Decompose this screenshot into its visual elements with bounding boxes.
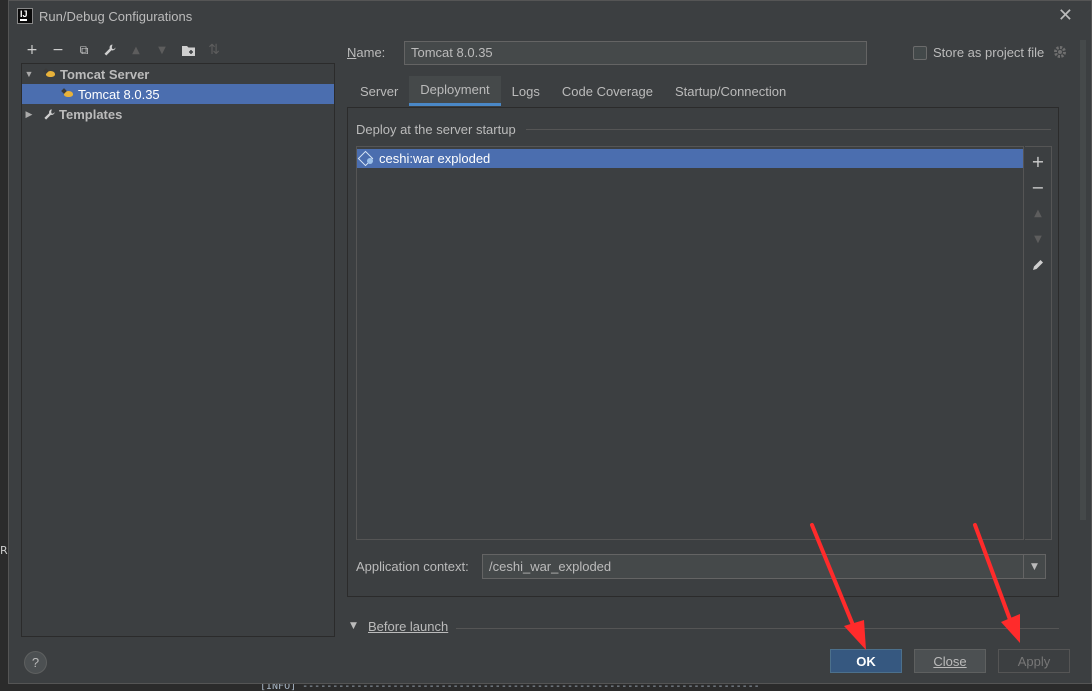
move-up-icon[interactable]: ▲	[125, 39, 147, 61]
tree-item-label: Templates	[59, 106, 123, 122]
app-context-combobox[interactable]: /ceshi_war_exploded ▼	[482, 554, 1046, 579]
name-field[interactable]: Tomcat 8.0.35	[404, 41, 867, 65]
app-context-value[interactable]: /ceshi_war_exploded	[489, 559, 611, 574]
list-item[interactable]: ceshi:war exploded	[357, 149, 1023, 168]
before-launch-divider	[456, 628, 1059, 629]
tree-item-tomcat-server[interactable]: ▼ Tomcat Server	[22, 64, 334, 84]
before-launch-caret-icon[interactable]: ▼	[350, 621, 357, 631]
move-down-icon[interactable]: ▼	[151, 39, 173, 61]
background-window-edge	[0, 510, 8, 691]
tomcat-icon	[62, 88, 76, 100]
remove-artifact-icon[interactable]: −	[1025, 175, 1051, 199]
tree-item-templates[interactable]: ▶ Templates	[22, 104, 334, 124]
tree-item-tomcat-8-0-35[interactable]: Tomcat 8.0.35	[22, 84, 334, 104]
tab-server[interactable]: Server	[349, 76, 409, 106]
apply-button[interactable]: Apply	[998, 649, 1070, 673]
name-label: Name:	[347, 45, 386, 60]
sort-configurations-icon[interactable]: ⇅	[203, 39, 225, 61]
tab-startup-connection[interactable]: Startup/Connection	[664, 76, 797, 106]
tree-item-label: Tomcat 8.0.35	[78, 86, 160, 102]
gear-icon[interactable]	[1053, 45, 1067, 59]
create-folder-icon[interactable]	[177, 39, 199, 61]
section-title: Deploy at the server startup	[356, 122, 516, 137]
tomcat-icon	[44, 68, 58, 80]
close-window-icon[interactable]: ✕	[1058, 5, 1073, 26]
add-artifact-icon[interactable]: +	[1025, 149, 1051, 173]
before-launch-label[interactable]: Before launch	[368, 619, 448, 634]
config-tabs: Server Deployment Logs Code Coverage Sta…	[349, 76, 797, 106]
edit-artifact-pencil-icon[interactable]	[1025, 253, 1051, 277]
artifact-list: ceshi:war exploded	[356, 146, 1024, 540]
move-artifact-down-icon[interactable]: ▼	[1025, 227, 1051, 251]
tab-code-coverage[interactable]: Code Coverage	[551, 76, 664, 106]
close-button[interactable]: Close	[914, 649, 986, 673]
window-title: Run/Debug Configurations	[39, 9, 193, 24]
artifact-icon	[359, 152, 375, 166]
tree-item-label: Tomcat Server	[60, 66, 150, 82]
artifact-side-toolbar: + − ▲ ▼	[1025, 146, 1052, 540]
artifact-label: ceshi:war exploded	[379, 151, 491, 166]
background-edge-letter: R	[0, 544, 8, 557]
configuration-tree: ▼ Tomcat Server Tomcat 8.0.35 ▶ Template…	[21, 63, 335, 637]
edit-defaults-wrench-icon[interactable]	[99, 39, 121, 61]
right-edge-scrollbar[interactable]	[1080, 40, 1086, 520]
remove-configuration-icon[interactable]: −	[47, 39, 69, 61]
help-button[interactable]: ?	[24, 651, 47, 674]
config-toolbar: + − ⧉ ▲ ▼ ⇅	[21, 39, 225, 61]
title-bar: Run/Debug Configurations ✕	[9, 1, 1091, 33]
tab-logs[interactable]: Logs	[501, 76, 551, 106]
wrench-icon	[42, 107, 56, 121]
store-as-project-file-label[interactable]: Store as project file	[933, 45, 1044, 60]
app-context-label: Application context:	[356, 559, 469, 574]
ok-button[interactable]: OK	[830, 649, 902, 673]
add-configuration-icon[interactable]: +	[21, 39, 43, 61]
intellij-app-icon	[17, 8, 33, 24]
store-as-project-file-checkbox[interactable]	[913, 46, 927, 60]
tab-deployment[interactable]: Deployment	[409, 76, 501, 106]
expanded-caret-icon[interactable]: ▼	[22, 69, 36, 79]
run-debug-dialog: Run/Debug Configurations ✕ + − ⧉ ▲ ▼ ⇅ ▼…	[8, 0, 1092, 684]
section-divider	[526, 129, 1051, 130]
deployment-panel: Deploy at the server startup ceshi:war e…	[347, 107, 1059, 597]
move-artifact-up-icon[interactable]: ▲	[1025, 201, 1051, 225]
chevron-down-icon[interactable]: ▼	[1023, 555, 1045, 578]
copy-configuration-icon[interactable]: ⧉	[73, 39, 95, 61]
collapsed-caret-icon[interactable]: ▶	[22, 109, 36, 120]
